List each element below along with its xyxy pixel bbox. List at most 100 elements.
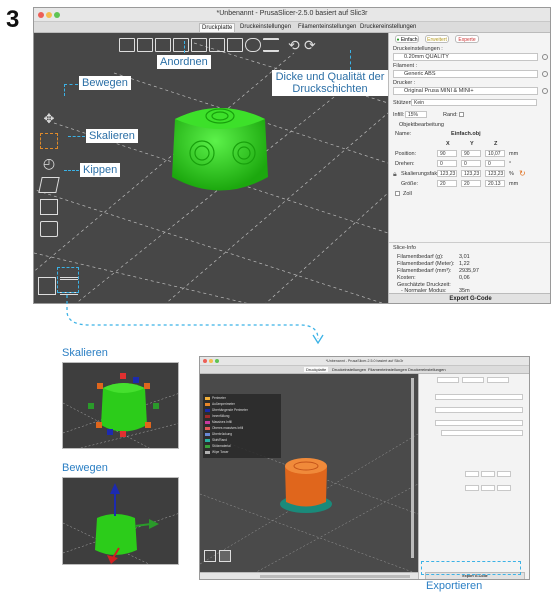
legend-item: Skirt/Rand — [205, 438, 227, 442]
mode-expert-button[interactable] — [487, 377, 509, 383]
gear-icon[interactable] — [542, 71, 548, 77]
place-on-face-icon[interactable] — [38, 177, 60, 193]
tab-plater[interactable]: Druckplatte — [304, 367, 329, 372]
position-field[interactable] — [497, 471, 511, 477]
move-preview-image — [62, 477, 179, 565]
filament-select[interactable] — [435, 407, 523, 413]
slice-info-title: Slice-Info — [393, 245, 416, 251]
position-label: Position: — [395, 151, 417, 157]
scale-field[interactable] — [497, 485, 511, 491]
scale-preview-image — [62, 362, 179, 449]
add-icon[interactable] — [119, 38, 135, 52]
inch-checkbox[interactable] — [395, 191, 400, 196]
arrange-callout: Anordnen — [157, 55, 211, 69]
legend-item: Stützmaterial — [205, 444, 231, 448]
size-y-field[interactable]: 20 — [461, 180, 481, 187]
add-instance-icon[interactable] — [227, 38, 243, 52]
tab-filament-settings[interactable]: Filamenteinstellungen — [366, 367, 409, 372]
mode-advanced-button[interactable] — [462, 377, 484, 383]
window-title: *Unbenannt - PrusaSlicer-2.5.0 basiert a… — [216, 10, 368, 17]
position-y-field[interactable]: 90 — [461, 150, 481, 157]
scale-field[interactable] — [465, 485, 479, 491]
name-label: Name: — [395, 131, 412, 137]
scale-field[interactable] — [481, 485, 495, 491]
info-label: Filamentbedarf (mm³): — [397, 268, 452, 274]
print-settings-select[interactable]: 0.20mm QUALITY — [393, 53, 538, 61]
search-icon[interactable] — [245, 38, 261, 52]
step-number: 3 — [6, 6, 20, 33]
gear-icon[interactable] — [542, 88, 548, 94]
supports-select[interactable] — [441, 430, 523, 436]
size-z-field[interactable]: 20.13 — [485, 180, 505, 187]
tab-print-settings[interactable]: Druckeinstellungen — [238, 23, 293, 31]
gcode-preview-viewport[interactable]: Perimeter Außenperimeter Überhängende Pe… — [200, 374, 418, 579]
scale-section-title: Skalieren — [62, 347, 108, 359]
delete-icon[interactable] — [137, 38, 153, 52]
print-settings-select[interactable] — [435, 394, 523, 400]
tab-printer-settings[interactable]: Druckereinstellungen — [358, 23, 418, 31]
scale-y-field[interactable]: 123,23 — [461, 170, 481, 177]
printer-select[interactable] — [435, 420, 523, 426]
legend-item: Überhängende Perimeter — [205, 408, 248, 412]
tilt-connector — [64, 170, 79, 171]
lock-icon[interactable]: 🔒︎ — [393, 171, 397, 179]
tab-print-settings[interactable]: Druckeinstellungen — [330, 367, 368, 372]
legend-item: Innenfüllung — [205, 414, 229, 418]
preview-icon[interactable] — [219, 550, 231, 562]
rotate-icon[interactable]: ◴ — [40, 155, 58, 171]
position-z-field[interactable]: 10,07 — [485, 150, 505, 157]
info-value: 0,06 — [459, 275, 470, 281]
scale-x-field[interactable]: 123,23 — [437, 170, 457, 177]
divider — [389, 242, 550, 243]
cut-icon[interactable] — [40, 199, 58, 215]
printer-select[interactable]: Original Prusa MINI & MINI+ — [393, 87, 538, 95]
delete-all-icon[interactable] — [155, 38, 171, 52]
model-cube[interactable] — [160, 89, 280, 209]
undo-icon[interactable]: ⟲ — [288, 37, 300, 54]
move-slider[interactable] — [260, 575, 410, 578]
rotation-x-field[interactable]: 0 — [437, 160, 457, 167]
3d-view-icon[interactable] — [204, 550, 216, 562]
tab-plater[interactable]: Druckplatte — [199, 23, 236, 32]
position-x-field[interactable]: 90 — [437, 150, 457, 157]
position-field[interactable] — [481, 471, 495, 477]
rotation-y-field[interactable]: 0 — [461, 160, 481, 167]
supports-select[interactable]: Kein — [411, 99, 537, 106]
mode-simple-button[interactable] — [437, 377, 459, 383]
scale-connector — [68, 136, 85, 137]
gear-icon[interactable] — [542, 54, 548, 60]
reset-scale-icon[interactable]: ↻ — [519, 169, 526, 178]
copy-icon[interactable] — [191, 38, 207, 52]
scale-z-field[interactable]: 123,23 — [485, 170, 505, 177]
tab-printer-settings[interactable]: Druckereinstellungen — [406, 367, 448, 372]
paste-icon[interactable] — [209, 38, 225, 52]
layer-slider[interactable] — [411, 378, 414, 558]
move-icon[interactable]: ✥ — [40, 111, 58, 127]
mode-simple-button[interactable]: ● Einfach — [395, 35, 419, 43]
scale-icon[interactable] — [40, 133, 58, 149]
legend-item: Oberes massives Infill — [205, 426, 243, 430]
info-label: Filamentbedarf (g): — [397, 254, 444, 260]
move-section-title: Bewegen — [62, 462, 108, 474]
rotation-z-field[interactable]: 0 — [485, 160, 505, 167]
layers-editing-icon[interactable] — [263, 38, 279, 52]
mode-expert-button[interactable]: Experte — [455, 35, 479, 43]
mode-advanced-button[interactable]: Erweitert — [425, 35, 449, 43]
3d-view-icon[interactable] — [38, 277, 56, 295]
position-field[interactable] — [465, 471, 479, 477]
size-x-field[interactable]: 20 — [437, 180, 457, 187]
move-connector — [64, 84, 78, 96]
infill-select[interactable]: 15% — [405, 111, 427, 118]
window-title: *Unbenannt - PrusaSlicer-2.5.0 basiert a… — [325, 359, 404, 363]
tab-filament-settings[interactable]: Filamenteinstellungen — [296, 23, 358, 31]
rotation-unit: ° — [509, 161, 512, 167]
arrange-connector — [184, 41, 185, 53]
redo-icon[interactable]: ⟳ — [304, 37, 316, 54]
arrange-icon[interactable] — [173, 38, 189, 52]
filament-select[interactable]: Generic ABS — [393, 70, 538, 78]
brim-checkbox[interactable] — [459, 112, 464, 117]
info-value: 3,01 — [459, 254, 470, 260]
preview-highlight — [57, 267, 79, 293]
size-label: Größe: — [401, 181, 419, 187]
support-paint-icon[interactable] — [40, 221, 58, 237]
